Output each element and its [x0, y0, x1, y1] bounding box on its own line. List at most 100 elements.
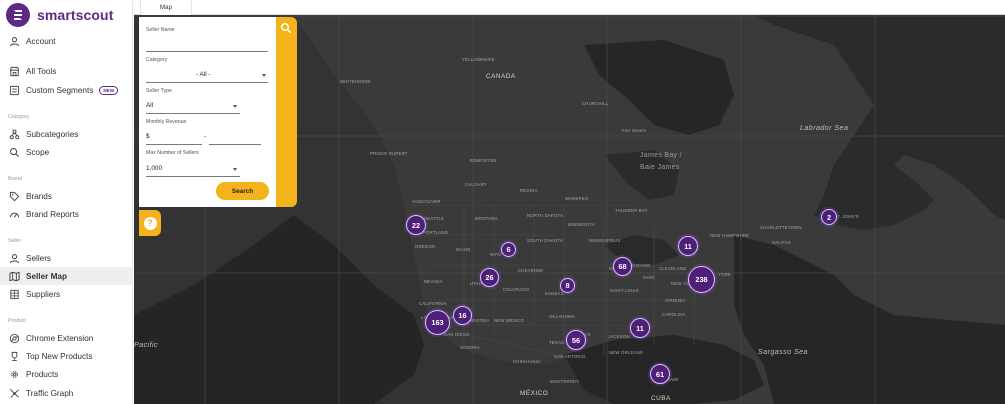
map-label-place: REGINA — [520, 188, 538, 193]
seller-cluster[interactable]: 6 — [501, 242, 516, 257]
sidebar-item-subcategories[interactable]: Subcategories — [0, 125, 133, 143]
map-label-place: WYO — [490, 252, 501, 257]
sidebar-item-all-tools[interactable]: All Tools — [0, 62, 133, 80]
seller-cluster[interactable]: 11 — [678, 236, 698, 256]
seller-cluster[interactable]: 22 — [406, 215, 426, 235]
section-seller: Seller — [8, 238, 22, 244]
map-label-place: COLORADO — [503, 287, 530, 292]
seller-name-label: Seller Name — [146, 27, 175, 33]
sidebar-item-products[interactable]: Products — [0, 365, 133, 383]
map-label-mexico: MÉXICO — [520, 390, 549, 397]
map-label-place: SOUTH DAKOTA — [527, 238, 563, 243]
sidebar-item-chrome-extension[interactable]: Chrome Extension — [0, 329, 133, 347]
map-label-place: CLEVELAND — [659, 266, 687, 271]
map-label-place: SAN ANTONIO — [554, 354, 586, 359]
sidebar-item-brand-reports[interactable]: Brand Reports — [0, 205, 133, 223]
category-underline — [146, 82, 268, 83]
chevron-down-icon — [233, 105, 237, 108]
search-button[interactable]: Search — [216, 182, 269, 200]
search-icon[interactable] — [277, 19, 295, 37]
seller-cluster[interactable]: 68 — [613, 257, 632, 276]
sidebar-item-brands[interactable]: Brands — [0, 187, 133, 205]
map-label-sargasso-sea: Sargasso Sea — [758, 347, 808, 356]
map-label-place: YELLOWKNIFE — [462, 57, 495, 62]
app-name: smartscout — [37, 7, 114, 23]
sidebar: smartscout Account All Tools Custom Segm… — [0, 0, 133, 404]
map-label-labrador-sea: Labrador Sea — [800, 123, 849, 132]
sidebar-item-suppliers[interactable]: Suppliers — [0, 285, 133, 303]
seller-type-underline — [146, 113, 240, 114]
sidebar-item-label: Products — [26, 369, 59, 379]
sidebar-item-label: Top New Products — [26, 351, 93, 361]
sidebar-item-label: Seller Map — [26, 271, 67, 281]
seller-cluster[interactable]: 2 — [821, 209, 837, 225]
seller-cluster[interactable]: 163 — [425, 310, 450, 335]
new-badge: NEW — [99, 85, 119, 95]
smartscout-logo[interactable]: smartscout — [6, 3, 113, 27]
seller-cluster[interactable]: 56 — [566, 330, 586, 350]
map-label-place: YORK — [718, 272, 731, 277]
seller-cluster[interactable]: 61 — [650, 364, 670, 384]
seller-cluster[interactable]: 26 — [480, 268, 499, 287]
seller-cluster[interactable]: 238 — [688, 266, 715, 293]
map-label-place: Fort Severn — [622, 128, 647, 133]
gauge-icon — [8, 208, 20, 220]
map-label-place: PRINCE RUPERT — [370, 151, 408, 156]
max-sellers-select[interactable]: 1,000 — [146, 163, 240, 177]
section-product: Product — [8, 318, 26, 324]
sidebar-item-sellers[interactable]: Sellers — [0, 249, 133, 267]
network-icon — [8, 387, 20, 399]
sidebar-item-label: Subcategories — [26, 129, 79, 139]
help-tab[interactable]: ? — [139, 210, 161, 236]
seller-type-select[interactable]: All — [146, 100, 240, 114]
gear-icon — [8, 368, 20, 380]
map-label-place: CAROLINA — [662, 312, 686, 317]
map-label-place: OKLAHOMA — [549, 314, 575, 319]
map-label-place: EDMONTON — [470, 158, 497, 163]
revenue-min-input[interactable] — [146, 144, 202, 145]
map-label-place: NEVADA — [424, 279, 443, 284]
tag-icon — [8, 190, 20, 202]
filter-panel: Seller Name Category - All - Seller Type… — [139, 17, 276, 207]
tab-bar: Map — [134, 0, 1005, 15]
sidebar-item-custom-segments[interactable]: Custom Segments NEW — [0, 81, 133, 99]
map-label-place: SEATTLE — [424, 216, 445, 221]
map-label-place: CHEYENNE — [518, 268, 544, 273]
map-label-place: OREGON — [415, 244, 436, 249]
map-label-place: IDAHO — [456, 247, 471, 252]
map-label-place: SONORA — [460, 345, 480, 350]
map-label-place: PORTLAND — [423, 230, 448, 235]
category-select[interactable]: - All - — [146, 69, 268, 83]
seller-cluster[interactable]: 11 — [630, 318, 650, 338]
map-label-place: SAINT LOUIS — [610, 288, 639, 293]
sidebar-item-traffic-graph[interactable]: Traffic Graph — [0, 384, 133, 402]
section-brand: Brand — [8, 176, 22, 182]
tab-map[interactable]: Map — [140, 0, 192, 15]
subcategories-icon — [8, 128, 20, 140]
sidebar-item-label: All Tools — [26, 66, 57, 76]
chevron-down-icon — [262, 74, 266, 77]
map-label-place: NEW HAMPSHIRE — [710, 233, 750, 238]
segments-icon — [8, 84, 20, 96]
sidebar-item-label: Scope — [26, 147, 50, 157]
sidebar-item-scope[interactable]: Scope — [0, 143, 133, 161]
sidebar-item-label: Brand Reports — [26, 209, 79, 219]
sidebar-item-account[interactable]: Account — [0, 32, 133, 50]
scope-icon — [8, 146, 20, 158]
revenue-max-input[interactable] — [209, 144, 261, 145]
map-label-place: THUNDER BAY — [615, 208, 648, 213]
sidebar-item-top-new-products[interactable]: Top New Products — [0, 347, 133, 365]
sidebar-item-seller-map[interactable]: Seller Map — [0, 267, 133, 285]
map-icon — [8, 270, 20, 282]
max-sellers-value: 1,000 — [146, 165, 162, 172]
map-label-place: CALIFORNIA — [419, 301, 447, 306]
map-label-place: MINNEAPOLIS — [589, 238, 621, 243]
map-label-place: ARIZONA — [469, 318, 490, 323]
seller-cluster[interactable]: 16 — [453, 306, 472, 325]
seller-cluster[interactable]: 8 — [560, 278, 575, 293]
smartscout-logo-icon — [6, 3, 30, 27]
seller-name-input[interactable] — [146, 51, 268, 52]
revenue-separator: - — [204, 133, 207, 140]
filter-panel-tab[interactable] — [276, 17, 297, 207]
map-label-place: SAN DIEGO — [444, 332, 470, 337]
